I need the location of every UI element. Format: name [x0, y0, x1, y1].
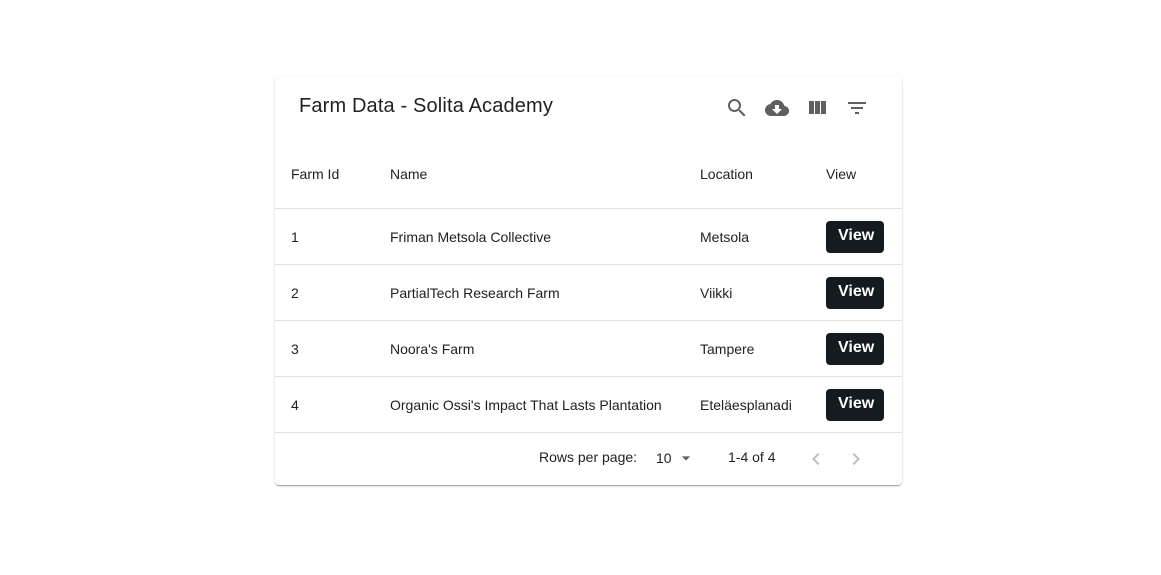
filter-list-icon — [848, 102, 866, 114]
chevron-right-icon — [852, 453, 860, 465]
column-header-view[interactable]: View — [826, 140, 902, 209]
previous-page-button[interactable] — [798, 441, 834, 477]
cell-view: View — [826, 208, 902, 265]
column-header-name[interactable]: Name — [390, 140, 700, 209]
cloud-download-icon — [765, 100, 789, 116]
view-column-icon — [809, 101, 826, 114]
cell-name: Organic Ossi's Impact That Lasts Plantat… — [390, 376, 700, 433]
rows-per-page-label: Rows per page: — [539, 449, 638, 465]
table-row: 1 Friman Metsola Collective Metsola View — [275, 208, 902, 265]
cell-view: View — [826, 264, 902, 321]
cell-view: View — [826, 320, 902, 377]
cell-farm-id: 2 — [275, 264, 390, 321]
table-row: 2 PartialTech Research Farm Viikki View — [275, 264, 902, 321]
pagination-range: 1-4 of 4 — [728, 449, 776, 465]
cell-location: Viikki — [700, 264, 826, 321]
table-pagination: Rows per page: 10 1-4 of 4 — [275, 432, 902, 485]
table-toolbar: Farm Data - Solita Academy — [275, 76, 902, 140]
rows-per-page-select[interactable]: 10 — [656, 447, 696, 469]
cell-name: PartialTech Research Farm — [390, 264, 700, 321]
column-header-farm-id[interactable]: Farm Id — [275, 140, 390, 209]
view-farm-button[interactable]: View — [826, 388, 885, 421]
farm-table: Farm Id Name Location View 1 Friman Mets… — [275, 140, 902, 433]
filter-table-button[interactable] — [837, 88, 877, 128]
arrow-drop-down-icon — [676, 448, 696, 468]
cell-farm-id: 3 — [275, 320, 390, 377]
cell-farm-id: 1 — [275, 208, 390, 265]
column-header-location[interactable]: Location — [700, 140, 826, 209]
view-columns-button[interactable] — [797, 88, 837, 128]
rows-per-page-value: 10 — [656, 450, 672, 466]
search-button[interactable] — [717, 88, 757, 128]
cell-name: Noora's Farm — [390, 320, 700, 377]
cell-location: Metsola — [700, 208, 826, 265]
chevron-left-icon — [812, 453, 820, 465]
table-title: Farm Data - Solita Academy — [299, 95, 553, 117]
cell-location: Eteläesplanadi — [700, 376, 826, 433]
search-icon — [728, 99, 746, 117]
view-farm-button[interactable]: View — [826, 220, 885, 253]
table-row: 3 Noora's Farm Tampere View — [275, 320, 902, 377]
cell-location: Tampere — [700, 320, 826, 377]
cell-farm-id: 4 — [275, 376, 390, 433]
download-csv-button[interactable] — [757, 88, 797, 128]
view-farm-button[interactable]: View — [826, 276, 885, 309]
cell-view: View — [826, 376, 902, 433]
next-page-button[interactable] — [838, 441, 874, 477]
farm-data-table-card: Farm Data - Solita Academy Farm Id Name … — [275, 76, 902, 485]
cell-name: Friman Metsola Collective — [390, 208, 700, 265]
view-farm-button[interactable]: View — [826, 332, 885, 365]
table-row: 4 Organic Ossi's Impact That Lasts Plant… — [275, 376, 902, 433]
table-header-row: Farm Id Name Location View — [275, 140, 902, 209]
